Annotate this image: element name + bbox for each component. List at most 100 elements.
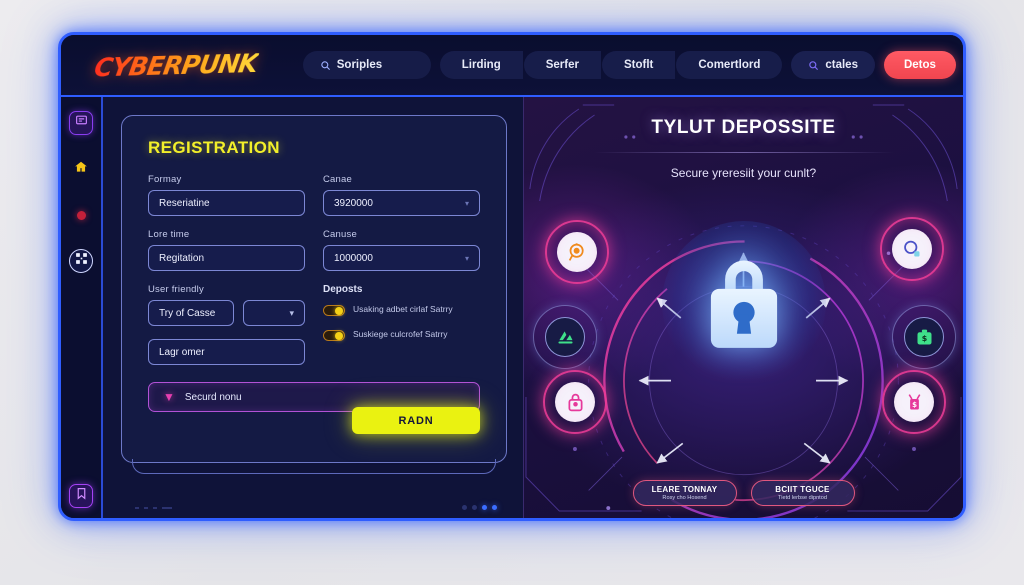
formay-input[interactable]: Reseriatine bbox=[148, 190, 305, 216]
sidebar bbox=[61, 97, 103, 518]
button-sublabel: Tietd lerbse dipntod bbox=[778, 495, 827, 501]
sidebar-item-messages[interactable] bbox=[69, 111, 93, 135]
node-transfer[interactable] bbox=[533, 305, 597, 369]
sidebar-item-network[interactable] bbox=[69, 249, 93, 273]
nav-item-ctales[interactable]: ctales bbox=[791, 51, 875, 79]
node-halo bbox=[545, 220, 609, 284]
nav-item-serfer[interactable]: Serfer bbox=[523, 51, 601, 79]
nav-item-lirding[interactable]: Lirding bbox=[439, 51, 523, 79]
nav-item-detos[interactable]: Detos bbox=[883, 51, 956, 79]
form-columns: Formay Reseriatine Lore time Regitation … bbox=[148, 174, 480, 378]
nav-item-label: Detos bbox=[903, 59, 936, 71]
lock-graphic bbox=[661, 221, 826, 385]
home-icon bbox=[74, 160, 88, 179]
tick bbox=[144, 506, 148, 509]
bookmark-icon bbox=[75, 487, 88, 505]
form-column-left: Formay Reseriatine Lore time Regitation … bbox=[148, 174, 305, 378]
sidebar-item-home[interactable] bbox=[69, 157, 93, 181]
loretime-input[interactable]: Regitation bbox=[148, 245, 305, 271]
node-halo bbox=[880, 217, 944, 281]
toggle-knob bbox=[335, 331, 343, 340]
secondary-action-button[interactable]: BCIIT TGUCE Tietd lerbse dipntod bbox=[750, 480, 855, 506]
deposit-title: TYLUT DEPOSSITE bbox=[651, 117, 836, 138]
app-logo[interactable]: CYBERPUNK bbox=[92, 48, 259, 82]
node-target[interactable] bbox=[545, 220, 609, 284]
grid-icon bbox=[75, 252, 88, 270]
tick bbox=[153, 506, 157, 509]
pagination-dot[interactable] bbox=[462, 505, 467, 510]
app-body: REGISTRATION Formay Reseriatine Lore tim… bbox=[61, 97, 963, 518]
deposit-toggle-2-label: Suskiege culcrofef Satrry bbox=[353, 329, 448, 339]
pagination-dot[interactable] bbox=[482, 505, 487, 510]
node-halo bbox=[882, 370, 946, 434]
deposit-subtitle: Secure yreresiit your cunlt? bbox=[670, 166, 817, 180]
chevron-down-icon: ▾ bbox=[464, 253, 469, 263]
loretime-value: Regitation bbox=[159, 252, 205, 264]
canuse-value: 1000000 bbox=[334, 252, 373, 264]
loretime-label: Lore time bbox=[148, 229, 190, 240]
chat-icon bbox=[75, 114, 88, 132]
search-icon bbox=[320, 60, 331, 71]
deposit-actions: LEARE TONNAY Rosy cho Hosend BCIIT TGUCE… bbox=[524, 480, 963, 506]
v-icon: ▼ bbox=[163, 390, 175, 404]
node-halo bbox=[533, 305, 597, 369]
toggle-knob bbox=[335, 306, 343, 315]
deposit-toggle-2[interactable] bbox=[323, 330, 345, 341]
nav-search-label: Soriples bbox=[336, 59, 383, 71]
app-window: CYBERPUNK Soriples Lirding Serfer Stoflt… bbox=[58, 32, 966, 521]
deposits-heading: Deposts bbox=[323, 284, 363, 295]
button-label: LEARE TONNAY bbox=[651, 485, 718, 494]
main-nav: Soriples Lirding Serfer Stoflt Comertlor… bbox=[302, 51, 966, 79]
form-column-right: Canae 3920000 ▾ Canuse 1000000 ▾ Deposts… bbox=[323, 174, 480, 378]
learn-more-button[interactable]: LEARE TONNAY Rosy cho Hosend bbox=[632, 480, 737, 506]
userfriendly-value: Try of Casse bbox=[159, 307, 216, 319]
node-lock-small[interactable] bbox=[543, 370, 607, 434]
button-label: BCIIT TGUCE bbox=[775, 485, 830, 494]
search-icon bbox=[808, 60, 819, 71]
formay-value: Reseriatine bbox=[159, 197, 210, 209]
pagination-dots[interactable] bbox=[462, 505, 497, 510]
node-search-chat[interactable] bbox=[880, 217, 944, 281]
screen: CYBERPUNK Soriples Lirding Serfer Stoflt… bbox=[0, 0, 1024, 585]
tick bbox=[162, 506, 172, 509]
lagromer-input[interactable]: Lagr omer bbox=[148, 339, 305, 365]
nav-item-label: Serfer bbox=[545, 59, 579, 71]
top-bar: CYBERPUNK Soriples Lirding Serfer Stoflt… bbox=[61, 35, 963, 97]
nav-search-pill[interactable]: Soriples bbox=[302, 51, 431, 79]
nav-item-comertlord[interactable]: Comertlord bbox=[676, 51, 783, 79]
userfriendly-select[interactable]: ▾ bbox=[243, 300, 305, 326]
canuse-label: Canuse bbox=[323, 229, 357, 240]
submit-button[interactable]: RADN bbox=[352, 407, 480, 434]
sidebar-item-status[interactable] bbox=[69, 203, 93, 227]
button-sublabel: Rosy cho Hosend bbox=[662, 495, 707, 501]
secure-button-label: Securd nonu bbox=[184, 391, 242, 403]
nav-item-label: Stoflt bbox=[623, 59, 654, 71]
tick-marks bbox=[135, 506, 172, 509]
sidebar-item-bookmarks[interactable] bbox=[69, 484, 93, 508]
deposit-panel: TYLUT DEPOSSITE Secure yreresiit your cu… bbox=[523, 97, 963, 518]
pagination-dot[interactable] bbox=[472, 505, 477, 510]
deposit-toggle-1-label: Usaking adbet cirlaf Satrry bbox=[353, 304, 453, 314]
divider bbox=[593, 152, 894, 153]
userfriendly-input[interactable]: Try of Casse bbox=[148, 300, 234, 326]
canuse-input[interactable]: 1000000 ▾ bbox=[323, 245, 480, 271]
nav-item-sver[interactable]: sver bbox=[965, 51, 966, 79]
node-halo bbox=[543, 370, 607, 434]
lock-icon bbox=[710, 260, 777, 348]
canae-input[interactable]: 3920000 ▾ bbox=[323, 190, 480, 216]
userfriendly-label: User friendly bbox=[148, 284, 204, 295]
deposit-toggle-row: Suskiege culcrofef Satrry bbox=[323, 329, 480, 341]
nav-item-stoflt[interactable]: Stoflt bbox=[601, 51, 676, 79]
pagination-dot[interactable] bbox=[492, 505, 497, 510]
nav-item-label: ctales bbox=[825, 59, 858, 71]
node-wallet[interactable]: $ bbox=[892, 305, 956, 369]
left-footer bbox=[135, 505, 497, 510]
deposit-toggle-1[interactable] bbox=[323, 305, 345, 316]
deposit-toggle-row: Usaking adbet cirlaf Satrry bbox=[323, 304, 480, 316]
chevron-down-icon: ▾ bbox=[464, 198, 469, 208]
canae-value: 3920000 bbox=[334, 197, 373, 209]
nav-item-label: Comertlord bbox=[698, 59, 761, 71]
node-card[interactable]: $ bbox=[882, 370, 946, 434]
tick bbox=[135, 506, 139, 509]
page-title: REGISTRATION bbox=[148, 138, 280, 157]
